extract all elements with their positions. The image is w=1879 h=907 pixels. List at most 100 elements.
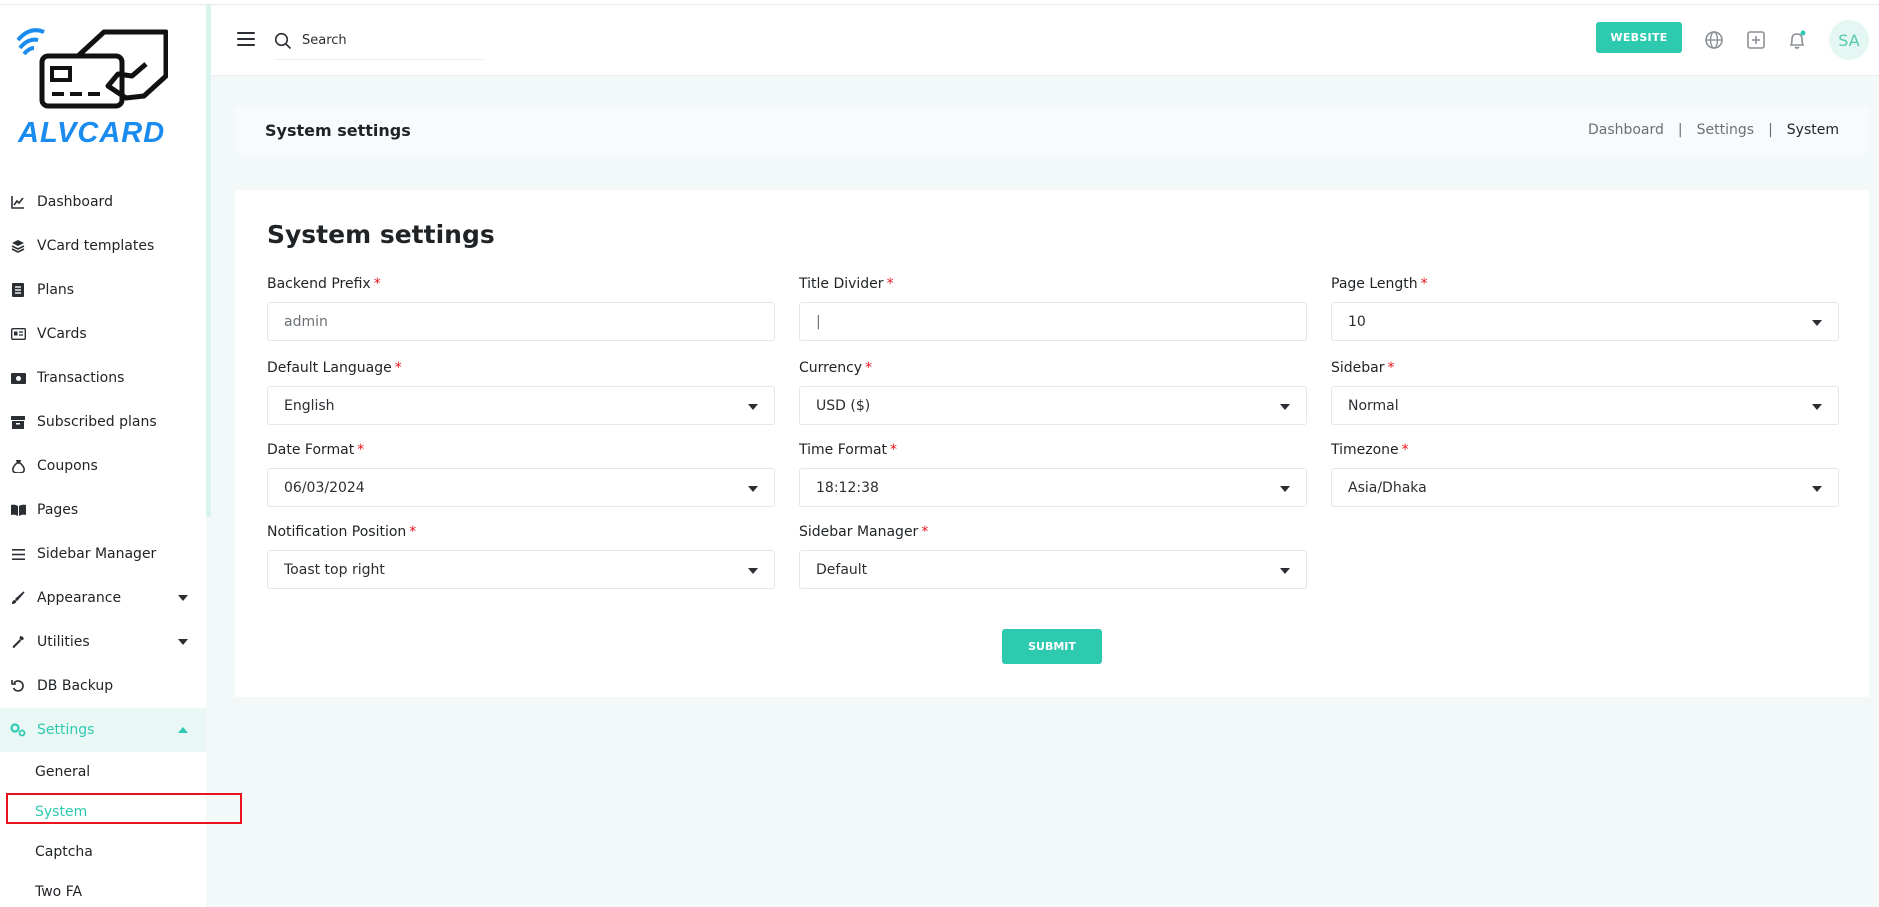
sidebar-item-label: Dashboard (37, 194, 113, 210)
sidebar-item-db-backup[interactable]: DB Backup (0, 664, 206, 708)
date-format-select[interactable]: 06/03/2024 (267, 468, 775, 507)
sidebar-item-transactions[interactable]: Transactions (0, 356, 206, 400)
sidebar-item-label: Transactions (37, 370, 125, 386)
sidebar-item-coupons[interactable]: Coupons (0, 444, 206, 488)
select-value: 18:12:38 (816, 479, 879, 496)
sidebar-item-label: Settings (37, 722, 95, 738)
hamburger-menu-icon[interactable] (237, 32, 255, 46)
archive-icon (10, 414, 26, 430)
field-label: Title Divider * (799, 276, 894, 292)
dropdown-arrow-icon (748, 404, 758, 410)
dropdown-arrow-icon (1812, 486, 1822, 492)
sidebar-subitem-general[interactable]: General (0, 752, 206, 792)
chevron-down-icon (178, 639, 188, 645)
submit-button[interactable]: SUBMIT (1002, 629, 1102, 664)
money-icon (10, 370, 26, 386)
sidebar-field: Sidebar * Normal (1331, 360, 1839, 425)
sidebar-item-settings[interactable]: Settings (0, 708, 206, 752)
select-value: Asia/Dhaka (1348, 479, 1427, 496)
wrench-icon (10, 634, 26, 650)
globe-icon[interactable] (1703, 29, 1725, 51)
brush-icon (10, 590, 26, 606)
sidebar-item-label: VCards (37, 326, 87, 342)
dropdown-arrow-icon (1812, 404, 1822, 410)
sidebar-item-appearance[interactable]: Appearance (0, 576, 206, 620)
website-button[interactable]: WEBSITE (1596, 22, 1682, 53)
backend-prefix-input-wrap[interactable] (267, 302, 775, 341)
sidebar-item-sidebar-manager[interactable]: Sidebar Manager (0, 532, 206, 576)
notification-position-select[interactable]: Toast top right (267, 550, 775, 589)
time-format-select[interactable]: 18:12:38 (799, 468, 1307, 507)
breadcrumb: Dashboard | Settings | System (1588, 122, 1839, 138)
chevron-up-icon (178, 727, 188, 733)
breadcrumb-separator: | (1677, 122, 1683, 138)
search-icon (274, 32, 292, 49)
field-label: Time Format * (799, 442, 898, 458)
breadcrumb-dashboard[interactable]: Dashboard (1588, 122, 1664, 138)
search-input[interactable] (302, 33, 452, 48)
sidebar-subitem-captcha[interactable]: Captcha (0, 832, 206, 872)
sidebar-item-vcard-templates[interactable]: VCard templates (0, 224, 206, 268)
page-length-select[interactable]: 10 (1331, 302, 1839, 341)
sidebar-item-label: Subscribed plans (37, 414, 157, 430)
sidebar-item-label: Sidebar Manager (37, 546, 157, 562)
list-icon (10, 282, 26, 298)
sidebar-subitem-two-fa[interactable]: Two FA (0, 872, 206, 907)
title-divider-input[interactable] (816, 313, 1306, 330)
add-square-icon[interactable] (1745, 29, 1767, 51)
cogs-icon (10, 722, 26, 738)
bell-icon[interactable] (1786, 29, 1808, 51)
select-value: Default (816, 561, 868, 578)
system-settings-card: System settings Backend Prefix* Title Di… (235, 190, 1869, 697)
chevron-down-icon (178, 595, 188, 601)
breadcrumb-bar: System settings Dashboard | Settings | S… (235, 108, 1869, 154)
id-card-icon (10, 326, 26, 342)
breadcrumb-system: System (1786, 122, 1839, 138)
breadcrumb-settings[interactable]: Settings (1697, 122, 1754, 138)
select-value: USD ($) (816, 397, 871, 414)
backend-prefix-field: Backend Prefix * (267, 276, 775, 341)
logo-text: ALVCARD (18, 117, 166, 149)
sidebar-manager-field: Sidebar Manager * Default (799, 524, 1307, 589)
sidebar-item-utilities[interactable]: Utilities (0, 620, 206, 664)
field-label: Default Language * (267, 360, 402, 376)
notification-position-field: Notification Position * Toast top right (267, 524, 775, 589)
sidebar-item-label: Pages (37, 502, 79, 518)
select-value: 10 (1348, 313, 1366, 330)
sidebar-item-label: Appearance (37, 590, 122, 606)
sidebar-scrollbar[interactable] (206, 5, 211, 517)
sidebar-manager-select[interactable]: Default (799, 550, 1307, 589)
sidebar-item-dashboard[interactable]: Dashboard (0, 180, 206, 224)
dropdown-arrow-icon (1812, 320, 1822, 326)
title-divider-input-wrap[interactable] (799, 302, 1307, 341)
form-title: System settings (267, 220, 495, 249)
chart-line-icon (10, 194, 26, 210)
dropdown-arrow-icon (1280, 568, 1290, 574)
dropdown-arrow-icon (1280, 404, 1290, 410)
layers-icon (10, 238, 26, 254)
field-label: Backend Prefix * (267, 276, 381, 292)
sidebar-item-pages[interactable]: Pages (0, 488, 206, 532)
undo-icon (10, 678, 26, 694)
field-label: Page Length * (1331, 276, 1428, 292)
sidebar-item-plans[interactable]: Plans (0, 268, 206, 312)
sidebar-item-subscribed-plans[interactable]: Subscribed plans (0, 400, 206, 444)
dropdown-arrow-icon (748, 486, 758, 492)
field-label: Date Format * (267, 442, 365, 458)
sidebar-select[interactable]: Normal (1331, 386, 1839, 425)
backend-prefix-input[interactable] (284, 313, 774, 330)
default-language-select[interactable]: English (267, 386, 775, 425)
timezone-field: Timezone * Asia/Dhaka (1331, 442, 1839, 507)
select-value: Normal (1348, 397, 1399, 414)
timezone-select[interactable]: Asia/Dhaka (1331, 468, 1839, 507)
page-length-field: Page Length * 10 (1331, 276, 1839, 341)
select-value: 06/03/2024 (284, 479, 365, 496)
sidebar-item-label: Plans (37, 282, 75, 298)
currency-select[interactable]: USD ($) (799, 386, 1307, 425)
top-header: WEBSITE SA (211, 5, 1879, 76)
search-box[interactable] (274, 22, 484, 60)
book-icon (10, 502, 26, 518)
sidebar-item-vcards[interactable]: VCards (0, 312, 206, 356)
avatar[interactable]: SA (1829, 20, 1869, 60)
field-label: Notification Position * (267, 524, 417, 540)
